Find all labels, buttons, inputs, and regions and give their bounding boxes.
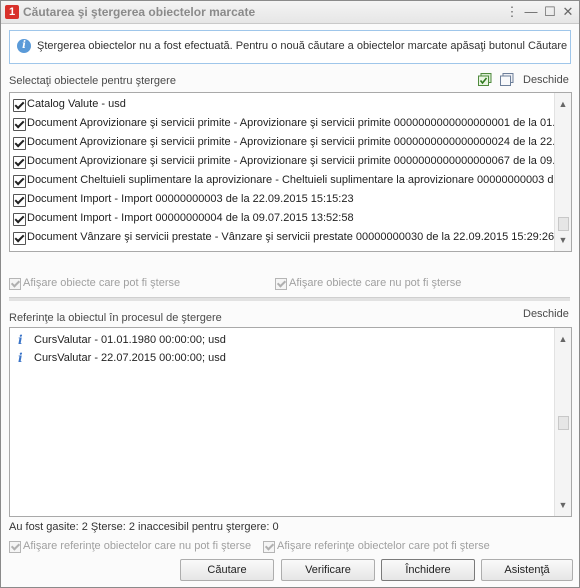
dialog-window: 1 Căutarea şi ştergerea obiectelor marca…	[0, 0, 580, 588]
references-scrollbar[interactable]: ▲ ▼	[554, 328, 571, 516]
scroll-thumb[interactable]	[558, 217, 569, 231]
check-all-icon[interactable]	[478, 73, 492, 86]
item-checkbox[interactable]	[13, 194, 26, 207]
item-checkbox[interactable]	[13, 232, 26, 245]
close-icon[interactable]: ✕	[560, 4, 576, 20]
item-text: Catalog Valute - usd	[27, 98, 126, 110]
item-checkbox[interactable]	[13, 99, 26, 112]
info-icon: i	[18, 351, 23, 365]
info-panel: i Ştergerea obiectelor nu a fost efectua…	[9, 30, 571, 64]
maximize-icon[interactable]: ☐	[542, 4, 558, 20]
info-message: Ştergerea obiectelor nu a fost efectuată…	[37, 40, 568, 52]
reference-text: CursValutar - 01.01.1980 00:00:00; usd	[34, 334, 226, 346]
uncheck-all-icon[interactable]	[500, 73, 514, 86]
item-checkbox[interactable]	[13, 118, 26, 131]
search-button[interactable]: Căutare	[180, 559, 274, 581]
status-text: Au fost gasite: 2 Şterse: 2 inaccesibil …	[9, 521, 279, 533]
open-reference-link[interactable]: Deschide	[523, 308, 569, 320]
references-list[interactable]: i CursValutar - 01.01.1980 00:00:00; usd…	[9, 327, 572, 517]
scroll-up-icon[interactable]: ▲	[558, 334, 568, 344]
title-bar: 1 Căutarea şi ştergerea obiectelor marca…	[1, 1, 579, 24]
checkbox-label: Afişare obiecte care nu pot fi şterse	[289, 277, 462, 289]
objects-list[interactable]: Catalog Valute - usd Document Aprovizion…	[9, 92, 572, 252]
item-text: Document Aprovizionare şi servicii primi…	[27, 117, 565, 129]
scroll-thumb[interactable]	[558, 416, 569, 430]
info-icon: i	[17, 39, 31, 53]
item-checkbox[interactable]	[13, 137, 26, 150]
checkbox-label: Afişare referinţe obiectelor care pot fi…	[277, 540, 490, 552]
item-text: Document Import - Import 00000000004 de …	[27, 212, 354, 224]
item-checkbox[interactable]	[13, 213, 26, 226]
item-checkbox[interactable]	[13, 175, 26, 188]
checkbox-box[interactable]	[9, 278, 21, 290]
splitter[interactable]	[9, 297, 570, 301]
window-title: Căutarea şi ştergerea obiectelor marcate	[23, 5, 256, 19]
info-icon: i	[18, 333, 23, 347]
scroll-down-icon[interactable]: ▼	[558, 235, 568, 245]
item-text: Document Aprovizionare şi servicii primi…	[27, 155, 565, 167]
help-button[interactable]: Asistenţă	[481, 559, 573, 581]
checkbox-label: Afişare obiecte care pot fi şterse	[23, 277, 181, 289]
scroll-up-icon[interactable]: ▲	[558, 99, 568, 109]
close-button[interactable]: Închidere	[381, 559, 475, 581]
verify-button[interactable]: Verificare	[281, 559, 375, 581]
objects-scrollbar[interactable]: ▲ ▼	[554, 93, 571, 251]
item-text: Document Aprovizionare şi servicii primi…	[27, 136, 565, 148]
minimize-icon[interactable]: —	[523, 4, 539, 20]
objects-section-label: Selectaţi obiectele pentru ştergere	[9, 75, 176, 87]
checkbox-box[interactable]	[263, 541, 275, 553]
checkbox-box[interactable]	[275, 278, 287, 290]
more-icon[interactable]: ⋮	[504, 4, 520, 20]
scroll-down-icon[interactable]: ▼	[558, 500, 568, 510]
item-checkbox[interactable]	[13, 156, 26, 169]
reference-text: CursValutar - 22.07.2015 00:00:00; usd	[34, 352, 226, 364]
item-text: Document Vânzare şi servicii prestate - …	[27, 231, 555, 243]
checkbox-label: Afişare referinţe obiectelor care nu pot…	[23, 540, 252, 552]
app-icon: 1	[5, 5, 19, 19]
item-text: Document Cheltuieli suplimentare la apro…	[27, 174, 572, 186]
checkbox-box[interactable]	[9, 541, 21, 553]
item-text: Document Import - Import 00000000003 de …	[27, 193, 354, 205]
open-object-link[interactable]: Deschide	[523, 74, 569, 86]
references-section-label: Referinţe la obiectul în procesul de şte…	[9, 312, 222, 324]
